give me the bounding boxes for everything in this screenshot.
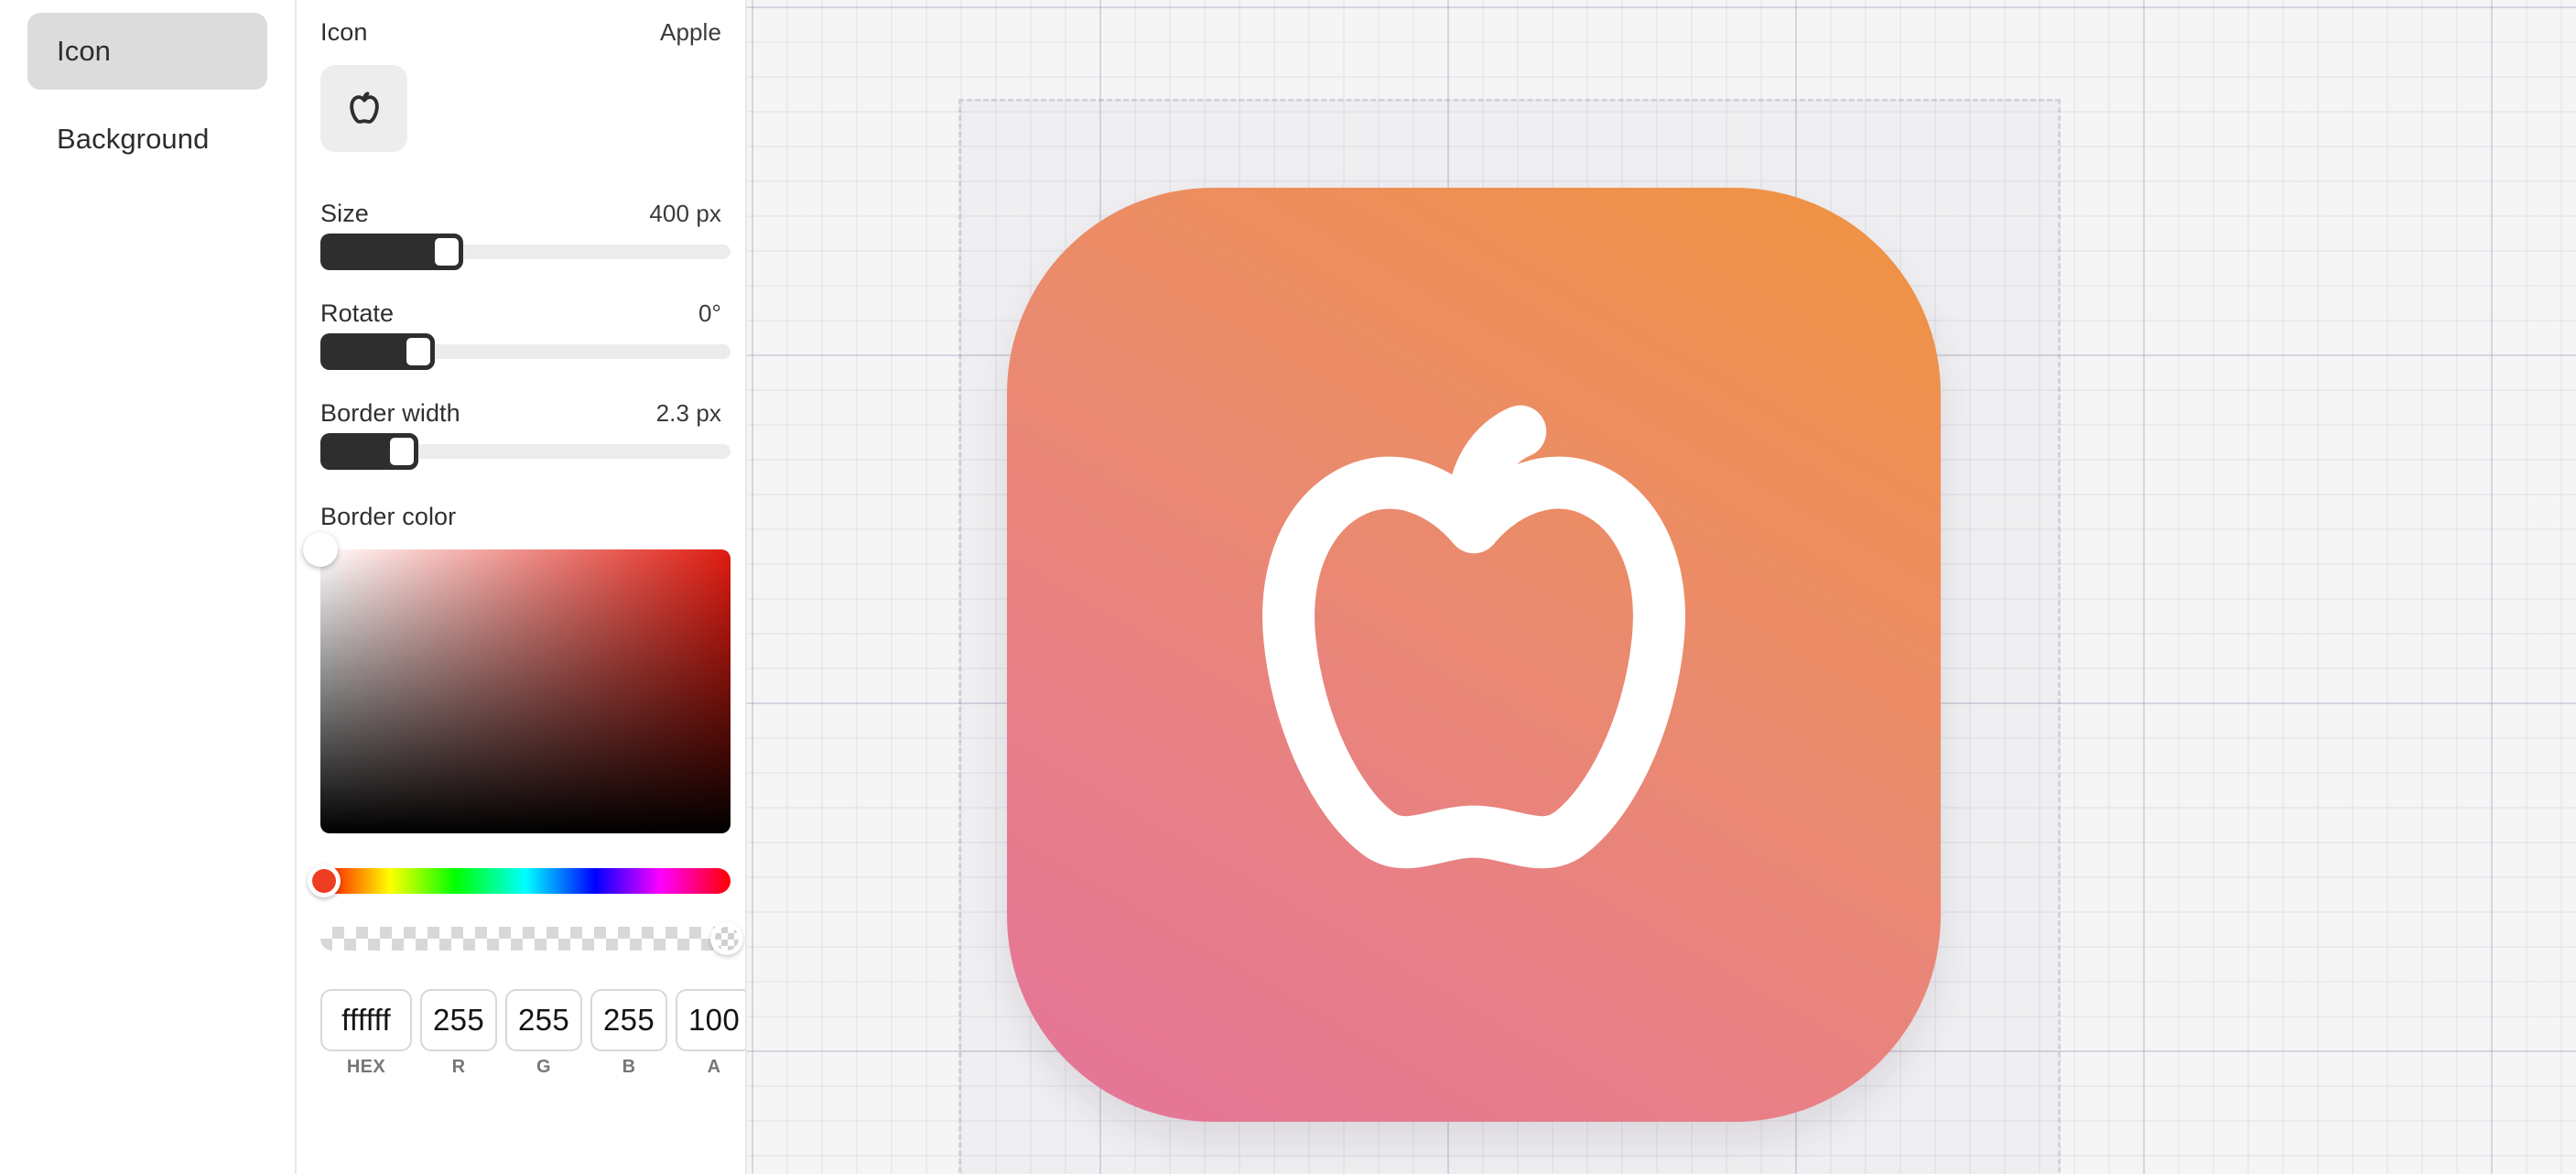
alpha-slider-handle[interactable] bbox=[709, 922, 743, 955]
color-field-g: 255 G bbox=[505, 989, 582, 1078]
border-color-label: Border color bbox=[320, 503, 457, 530]
green-input[interactable]: 255 bbox=[505, 989, 582, 1051]
border-width-label: Border width bbox=[320, 399, 460, 427]
saturation-value-handle[interactable] bbox=[303, 532, 338, 567]
icon-editor-app: Icon Background Icon Apple Size 400 px R… bbox=[0, 0, 2576, 1174]
icon-row-value: Apple bbox=[660, 18, 721, 46]
rotate-slider[interactable] bbox=[320, 333, 731, 370]
sidebar-item-label: Background bbox=[57, 123, 210, 155]
rotate-control: Rotate 0° bbox=[320, 299, 731, 370]
rotate-slider-thumb[interactable] bbox=[401, 333, 435, 370]
size-row-header: Size 400 px bbox=[320, 200, 721, 228]
border-color-row-header: Border color bbox=[320, 503, 721, 531]
size-slider-thumb[interactable] bbox=[430, 234, 464, 270]
sidebar-item-label: Icon bbox=[57, 35, 111, 67]
saturation-value-area[interactable] bbox=[303, 532, 731, 833]
rotate-row-header: Rotate 0° bbox=[320, 299, 721, 328]
alpha-input-caption: A bbox=[707, 1057, 721, 1077]
size-label: Size bbox=[320, 200, 369, 227]
color-field-a: 100 A bbox=[676, 989, 745, 1078]
sidebar-item-background[interactable]: Background bbox=[27, 101, 267, 178]
blue-input[interactable]: 255 bbox=[590, 989, 667, 1051]
color-field-hex: ffffff HEX bbox=[320, 989, 412, 1078]
size-slider[interactable] bbox=[320, 234, 731, 270]
color-field-r: 255 R bbox=[420, 989, 497, 1078]
color-field-b: 255 B bbox=[590, 989, 667, 1078]
hex-input[interactable]: ffffff bbox=[320, 989, 412, 1051]
apple-icon bbox=[1126, 307, 1822, 1003]
alpha-input[interactable]: 100 bbox=[676, 989, 745, 1051]
apple-icon bbox=[341, 85, 388, 133]
rotate-label: Rotate bbox=[320, 299, 395, 327]
border-width-control: Border width 2.3 px bbox=[320, 399, 731, 470]
tab-spacer bbox=[27, 90, 267, 101]
hex-input-caption: HEX bbox=[346, 1057, 386, 1077]
color-value-fields: ffffff HEX 255 R 255 G 255 B 100 A bbox=[320, 989, 745, 1078]
size-control: Size 400 px bbox=[320, 200, 731, 270]
sidebar-tab-rail: Icon Background bbox=[0, 0, 295, 1174]
border-width-value: 2.3 px bbox=[655, 399, 721, 427]
rotate-value: 0° bbox=[698, 299, 721, 327]
preview-canvas[interactable] bbox=[747, 0, 2576, 1174]
size-value: 400 px bbox=[649, 200, 721, 227]
border-color-control: Border color ffffff HEX 255 R 255 G 255 … bbox=[303, 503, 745, 1078]
hue-slider-handle[interactable] bbox=[308, 864, 341, 897]
icon-selector-section: Icon Apple bbox=[320, 0, 721, 152]
border-width-slider[interactable] bbox=[320, 433, 731, 470]
icon-row-header: Icon Apple bbox=[320, 18, 721, 47]
red-input-caption: R bbox=[451, 1057, 466, 1077]
border-width-row-header: Border width 2.3 px bbox=[320, 399, 721, 428]
icon-row-label: Icon bbox=[320, 18, 368, 46]
blue-input-caption: B bbox=[622, 1057, 636, 1077]
green-input-caption: G bbox=[536, 1057, 551, 1077]
alpha-slider[interactable] bbox=[320, 922, 743, 955]
sidebar-item-icon[interactable]: Icon bbox=[27, 13, 267, 90]
icon-picker-button[interactable] bbox=[320, 65, 407, 152]
settings-panel: Icon Apple Size 400 px Rotate 0° Border … bbox=[295, 0, 747, 1174]
border-width-slider-thumb[interactable] bbox=[385, 433, 419, 470]
red-input[interactable]: 255 bbox=[420, 989, 497, 1051]
app-icon-preview[interactable] bbox=[1007, 188, 1941, 1122]
hue-slider[interactable] bbox=[308, 864, 731, 897]
